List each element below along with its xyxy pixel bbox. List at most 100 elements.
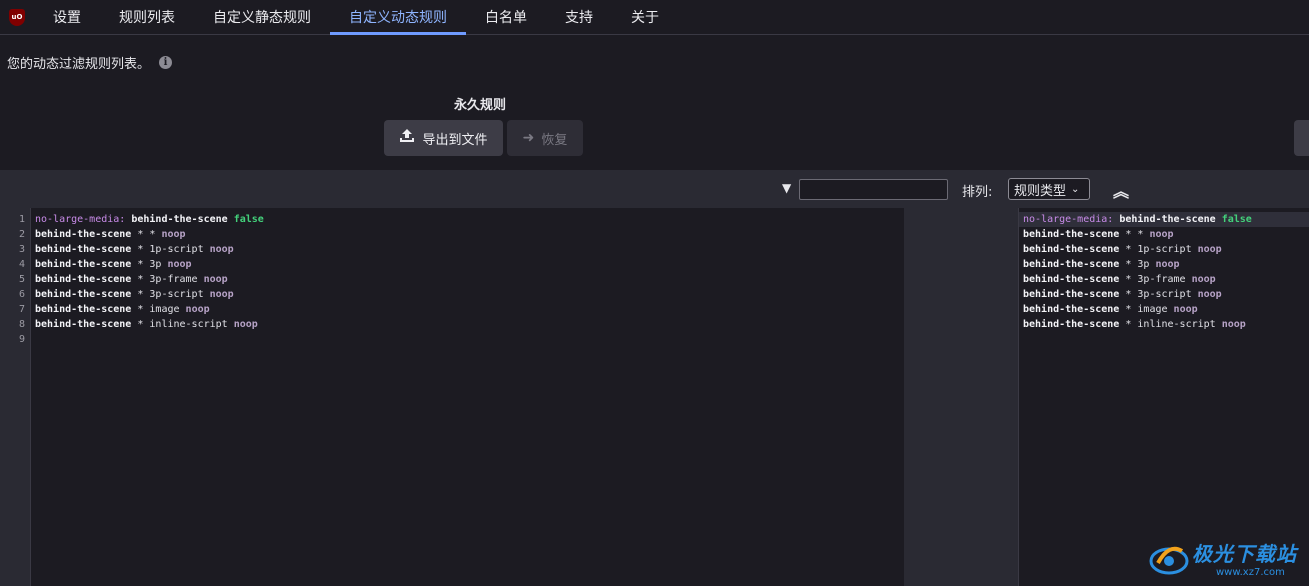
export-to-file-button[interactable]: 导出到文件 — [384, 120, 503, 156]
rule-source: behind-the-scene — [35, 229, 132, 240]
rule-source: behind-the-scene — [1023, 229, 1120, 240]
rule-destination-type: * 3p-script — [137, 289, 204, 300]
rule-destination-type: * inline-script — [137, 319, 228, 330]
rule-switch: no-large-media: — [35, 214, 126, 225]
rule-destination-type: * 3p-script — [1125, 289, 1192, 300]
rule-action: noop — [161, 229, 186, 240]
temporary-rules-button-partial[interactable] — [1294, 120, 1309, 156]
permanent-rules-title: 永久规则 — [454, 98, 507, 113]
watermark-title: 极光下载站 — [1192, 542, 1297, 566]
line-number: 4 — [18, 259, 25, 270]
rule-action: noop — [1197, 289, 1222, 300]
rule-action: noop — [209, 289, 234, 300]
rule-source: behind-the-scene — [1023, 244, 1120, 255]
rule-source: behind-the-scene — [1023, 289, 1120, 300]
rule-action: noop — [1173, 304, 1198, 315]
rule-source: behind-the-scene — [1023, 304, 1120, 315]
rule-destination-type: * 3p — [1125, 259, 1150, 270]
rule-action: noop — [233, 319, 258, 330]
rule-destination-type: * * — [137, 229, 156, 240]
rule-line: behind-the-scene * image noop — [31, 302, 904, 317]
rule-source: behind-the-scene — [1023, 259, 1120, 270]
tab-filter-lists[interactable]: 规则列表 — [100, 0, 194, 34]
rule-source: behind-the-scene — [35, 259, 132, 270]
rule-destination-type: * image — [137, 304, 180, 315]
rule-switch: no-large-media: — [1023, 214, 1114, 225]
revert-button[interactable]: ➜ 恢复 — [507, 120, 583, 156]
export-label: 导出到文件 — [422, 132, 488, 148]
rule-action: noop — [1155, 259, 1180, 270]
line-number: 8 — [18, 319, 25, 330]
tab-trusted-sites[interactable]: 白名单 — [466, 0, 546, 34]
rule-source: behind-the-scene — [1119, 214, 1216, 225]
rule-action: noop — [1149, 229, 1174, 240]
sort-select[interactable]: 规则类型 ⌄ — [1008, 178, 1090, 200]
rule-destination-type: * 3p-frame — [1125, 274, 1186, 285]
rule-source: behind-the-scene — [1023, 319, 1120, 330]
rule-source: behind-the-scene — [131, 214, 228, 225]
rule-action: noop — [185, 304, 210, 315]
tab-about[interactable]: 关于 — [612, 0, 678, 34]
rule-line: no-large-media: behind-the-scene false — [31, 212, 904, 227]
tab-settings[interactable]: 设置 — [34, 0, 100, 34]
watermark-logo-icon — [1149, 546, 1189, 575]
rule-line: behind-the-scene * 3p-frame noop — [31, 272, 904, 287]
rule-action: noop — [167, 259, 192, 270]
rule-line: behind-the-scene * inline-script noop — [1019, 317, 1309, 332]
ublock-icon: uO — [9, 8, 25, 26]
description-text: 您的动态过滤规则列表。 — [7, 57, 151, 72]
rule-source: behind-the-scene — [35, 289, 132, 300]
rule-source: behind-the-scene — [35, 244, 132, 255]
rule-destination-type: * * — [1125, 229, 1144, 240]
line-number: 9 — [18, 334, 25, 345]
collapse-up-icon[interactable]: ︽ — [1113, 178, 1129, 202]
temporary-rules-editor[interactable]: no-large-media: behind-the-scene false be… — [1018, 208, 1309, 586]
rule-source: behind-the-scene — [35, 304, 132, 315]
rules-toolbar: ▼ 排列: 规则类型 ⌄ ︽ — [0, 170, 1309, 208]
app-logo: uO — [0, 0, 34, 34]
info-icon[interactable]: i — [159, 56, 173, 69]
rule-line: behind-the-scene * 1p-script noop — [31, 242, 904, 257]
rule-line: behind-the-scene * 3p-script noop — [31, 287, 904, 302]
arrow-right-icon: ➜ — [522, 130, 535, 146]
rule-action: noop — [203, 274, 228, 285]
rule-action: false — [1221, 214, 1252, 225]
rule-line: behind-the-scene * * noop — [1019, 227, 1309, 242]
rule-line: behind-the-scene * image noop — [1019, 302, 1309, 317]
filter-input[interactable] — [799, 179, 948, 200]
rule-line: behind-the-scene * 3p-frame noop — [1019, 272, 1309, 287]
tab-my-filters[interactable]: 自定义静态规则 — [194, 0, 330, 34]
rule-line: behind-the-scene * 3p-script noop — [1019, 287, 1309, 302]
revert-label: 恢复 — [541, 132, 568, 148]
rule-destination-type: * image — [1125, 304, 1168, 315]
permanent-rules-editor[interactable]: no-large-media: behind-the-scene false be… — [31, 208, 904, 586]
tab-support[interactable]: 支持 — [546, 0, 612, 34]
watermark-url: www.xz7.com — [1216, 567, 1285, 578]
rule-destination-type: * 3p — [137, 259, 162, 270]
upload-icon — [399, 129, 415, 147]
line-number-gutter: 1 2 3 4 5 6 7 8 9 — [0, 208, 31, 586]
rule-destination-type: * inline-script — [1125, 319, 1216, 330]
rule-destination-type: * 1p-script — [1125, 244, 1192, 255]
filter-icon: ▼ — [782, 181, 792, 195]
tab-bar: uO 设置 规则列表 自定义静态规则 自定义动态规则 白名单 支持 关于 — [0, 0, 1309, 35]
rule-destination-type: * 1p-script — [137, 244, 204, 255]
rule-source: behind-the-scene — [1023, 274, 1120, 285]
line-number: 2 — [18, 229, 25, 240]
watermark: 极光下载站 www.xz7.com — [1148, 532, 1306, 584]
merge-gap — [904, 208, 1018, 586]
rule-action: noop — [1191, 274, 1216, 285]
rule-source: behind-the-scene — [35, 274, 132, 285]
rule-action: noop — [1221, 319, 1246, 330]
line-number: 1 — [18, 214, 25, 225]
line-number: 5 — [18, 274, 25, 285]
rule-line: no-large-media: behind-the-scene false — [1019, 212, 1309, 227]
sort-label: 排列: — [962, 185, 993, 200]
rule-action: false — [233, 214, 264, 225]
tab-my-rules[interactable]: 自定义动态规则 — [330, 0, 466, 35]
chevron-down-icon: ⌄ — [1071, 183, 1080, 195]
rule-line: behind-the-scene * 3p noop — [31, 257, 904, 272]
line-number: 6 — [18, 289, 25, 300]
rule-line: behind-the-scene * inline-script noop — [31, 317, 904, 332]
rule-destination-type: * 3p-frame — [137, 274, 198, 285]
